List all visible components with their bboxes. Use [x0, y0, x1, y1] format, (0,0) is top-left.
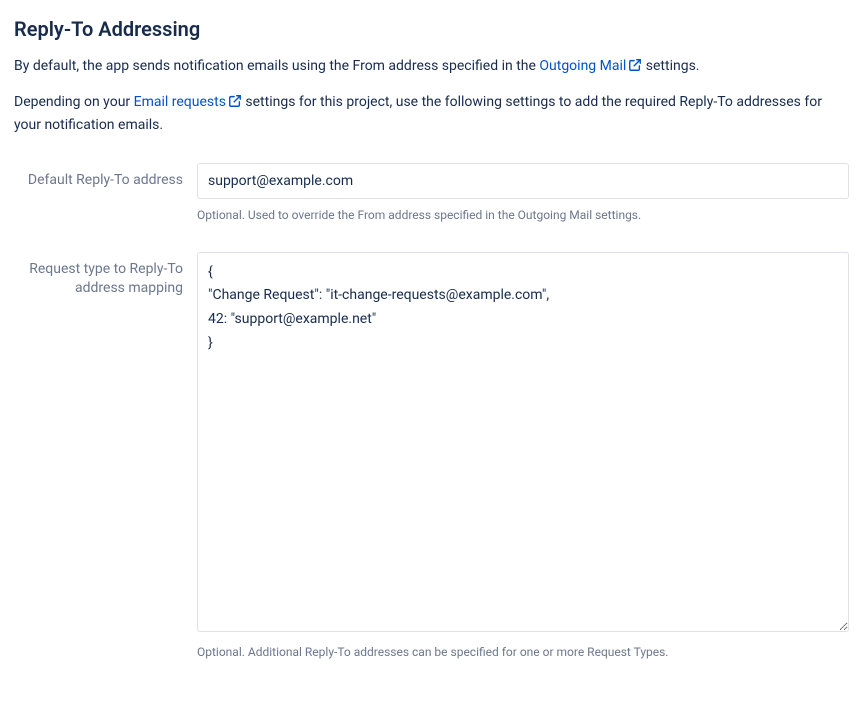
section-title: Reply-To Addressing	[14, 16, 849, 42]
default-reply-to-label: Default Reply-To address	[14, 163, 197, 191]
default-reply-to-row: Default Reply-To address Optional. Used …	[14, 163, 849, 224]
mapping-control: Optional. Additional Reply-To addresses …	[197, 252, 849, 661]
mapping-row: Request type to Reply-To address mapping…	[14, 252, 849, 661]
form-area: Default Reply-To address Optional. Used …	[14, 163, 849, 661]
link-text: Outgoing Mail	[539, 58, 626, 74]
outgoing-mail-link[interactable]: Outgoing Mail	[539, 58, 642, 74]
intro-text: By default, the app sends notification e…	[14, 58, 539, 74]
intro-text: Depending on your	[14, 94, 134, 110]
external-link-icon	[228, 94, 242, 114]
intro-paragraph-1: By default, the app sends notification e…	[14, 56, 849, 78]
default-reply-to-input[interactable]	[197, 163, 849, 199]
external-link-icon	[628, 58, 642, 78]
mapping-textarea[interactable]	[197, 252, 849, 632]
default-reply-to-control: Optional. Used to override the From addr…	[197, 163, 849, 224]
mapping-label: Request type to Reply-To address mapping	[14, 252, 197, 299]
intro-paragraph-2: Depending on your Email requests setting…	[14, 92, 849, 135]
intro-text: settings.	[642, 58, 699, 74]
email-requests-link[interactable]: Email requests	[134, 94, 242, 110]
default-reply-to-help: Optional. Used to override the From addr…	[197, 207, 849, 224]
link-text: Email requests	[134, 94, 226, 110]
mapping-help: Optional. Additional Reply-To addresses …	[197, 644, 849, 661]
